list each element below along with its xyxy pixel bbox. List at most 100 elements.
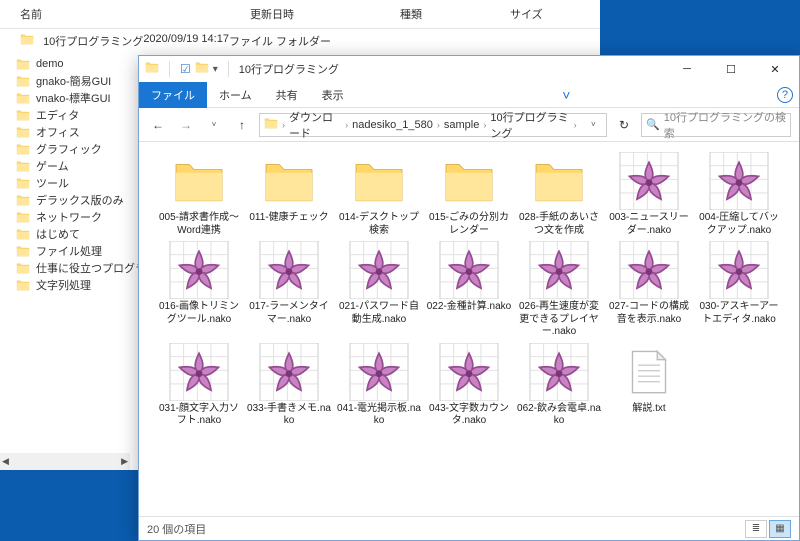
horizontal-scrollbar[interactable]: ◀ ▶ [0, 453, 130, 470]
chevron-right-icon[interactable]: › [574, 120, 577, 130]
col-name[interactable]: 名前 [20, 6, 250, 22]
qat-overflow-icon[interactable]: ▾ [213, 64, 218, 75]
nako-icon [344, 343, 414, 401]
tree-item-label: オフィス [36, 124, 80, 140]
folder-item[interactable]: 015-ごみの分別カレンダー [425, 152, 513, 237]
file-label: 017-ラーメンタイマー.nako [246, 301, 332, 326]
file-item[interactable]: 004-圧縮してバックアップ.nako [695, 152, 783, 237]
qat-folder-icon[interactable] [195, 60, 209, 78]
nako-icon [704, 152, 774, 210]
file-label: 026-再生速度が変更できるプレイヤー.nako [516, 301, 602, 339]
col-size[interactable]: サイズ [510, 6, 570, 22]
file-label: 031-顔文字入力ソフト.nako [156, 403, 242, 428]
file-label: 016-画像トリミングツール.nako [156, 301, 242, 326]
tree-item-label: ネットワーク [36, 209, 102, 225]
folder-icon [16, 143, 30, 155]
nako-icon [524, 343, 594, 401]
file-item[interactable]: 041-電光掲示板.nako [335, 343, 423, 428]
item-name[interactable]: 10行プログラミング [43, 36, 143, 48]
item-count: 20 個の項目 [147, 521, 206, 537]
folder-icon [16, 177, 30, 189]
tree-item-label: はじめて [36, 226, 80, 242]
folder-icon [434, 152, 504, 210]
view-icons-button[interactable]: ▦ [769, 520, 791, 538]
bc-sample[interactable]: sample [444, 119, 479, 131]
file-item[interactable]: 062-飲み会電卓.nako [515, 343, 603, 428]
file-label: 030-アスキーアートエディタ.nako [696, 301, 782, 326]
folder-icon [16, 126, 30, 138]
maximize-button[interactable]: ☐ [709, 56, 753, 82]
folder-item[interactable]: 011-健康チェック [245, 152, 333, 237]
scroll-right-icon[interactable]: ▶ [121, 456, 128, 467]
nako-icon [704, 241, 774, 299]
forward-button[interactable]: → [175, 114, 197, 136]
nako-icon [524, 241, 594, 299]
file-label: 005-請求書作成～Word連携 [156, 212, 242, 237]
qat-properties-icon[interactable]: ☑ [180, 62, 191, 76]
file-item[interactable]: 026-再生速度が変更できるプレイヤー.nako [515, 241, 603, 339]
breadcrumb[interactable]: › ダウンロード › nadesiko_1_580 › sample › 10行… [259, 113, 607, 137]
file-item[interactable]: 021-パスワード自動生成.nako [335, 241, 423, 339]
bc-downloads[interactable]: ダウンロード [289, 109, 341, 141]
file-item[interactable]: 016-画像トリミングツール.nako [155, 241, 243, 339]
help-icon[interactable]: ? [777, 87, 793, 103]
folder-icon [16, 75, 30, 87]
breadcrumb-root-icon[interactable] [264, 117, 278, 132]
folder-item[interactable]: 014-デスクトップ検索 [335, 152, 423, 237]
search-placeholder: 10行プログラミングの検索 [664, 109, 786, 141]
first-item-row: 10行プログラミング [20, 33, 143, 49]
view-details-button[interactable]: ≣ [745, 520, 767, 538]
chevron-right-icon[interactable]: › [282, 120, 285, 130]
scroll-left-icon[interactable]: ◀ [2, 456, 9, 467]
tree-item-label: vnako-標準GUI [36, 90, 111, 106]
tab-file[interactable]: ファイル [139, 82, 207, 108]
bc-current[interactable]: 10行プログラミング [490, 109, 569, 141]
minimize-button[interactable]: ─ [665, 56, 709, 82]
refresh-button[interactable]: ↻ [613, 114, 635, 136]
chevron-right-icon[interactable]: › [483, 120, 486, 130]
back-button[interactable]: ← [147, 114, 169, 136]
tab-view[interactable]: 表示 [310, 82, 356, 108]
recent-dropdown-icon[interactable]: ˅ [203, 114, 225, 136]
titlebar[interactable]: ☑ ▾ 10行プログラミング ─ ☐ ✕ [139, 56, 799, 82]
tab-home[interactable]: ホーム [207, 82, 264, 108]
file-item[interactable]: 解説.txt [605, 343, 693, 428]
close-button[interactable]: ✕ [753, 56, 797, 82]
tree-item-label: デラックス版のみ [36, 192, 124, 208]
chevron-right-icon[interactable]: › [345, 120, 348, 130]
file-item[interactable]: 022-金種計算.nako [425, 241, 513, 339]
window-folder-icon [145, 60, 159, 78]
ribbon-tabs: ファイル ホーム 共有 表示 ˅ ? [139, 82, 799, 108]
folder-icon [16, 194, 30, 206]
folder-icon [20, 36, 34, 48]
breadcrumb-dropdown-icon[interactable]: ˅ [585, 114, 602, 136]
file-item[interactable]: 030-アスキーアートエディタ.nako [695, 241, 783, 339]
folder-item[interactable]: 005-請求書作成～Word連携 [155, 152, 243, 237]
col-type[interactable]: 種類 [400, 6, 510, 22]
file-grid-area[interactable]: 005-請求書作成～Word連携011-健康チェック014-デスクトップ検索01… [139, 142, 799, 516]
file-item[interactable]: 031-顔文字入力ソフト.nako [155, 343, 243, 428]
nako-icon [254, 241, 324, 299]
item-date: 2020/09/19 14:17 [143, 33, 229, 49]
chevron-right-icon[interactable]: › [437, 120, 440, 130]
tree-item-label: グラフィック [36, 141, 102, 157]
col-date[interactable]: 更新日時 [250, 6, 400, 22]
tree-item-label: gnako-簡易GUI [36, 73, 111, 89]
file-item[interactable]: 033-手書きメモ.nako [245, 343, 333, 428]
tab-share[interactable]: 共有 [264, 82, 310, 108]
search-input[interactable]: 🔍 10行プログラミングの検索 [641, 113, 791, 137]
folder-icon [254, 152, 324, 210]
file-item[interactable]: 027-コードの構成音を表示.nako [605, 241, 693, 339]
file-item[interactable]: 017-ラーメンタイマー.nako [245, 241, 333, 339]
file-item[interactable]: 003-ニュースリーダー.nako [605, 152, 693, 237]
column-headers[interactable]: 名前 更新日時 種類 サイズ [0, 0, 600, 29]
file-item[interactable]: 043-文字数カウンタ.nako [425, 343, 513, 428]
bc-nadesiko[interactable]: nadesiko_1_580 [352, 119, 433, 131]
up-button[interactable]: ↑ [231, 114, 253, 136]
folder-item[interactable]: 028-手紙のあいさつ文を作成 [515, 152, 603, 237]
ribbon-expand-icon[interactable]: ˅ [553, 82, 579, 108]
file-label: 022-金種計算.nako [426, 301, 512, 314]
window-title: 10行プログラミング [235, 61, 665, 77]
nako-icon [164, 241, 234, 299]
nako-icon [614, 152, 684, 210]
